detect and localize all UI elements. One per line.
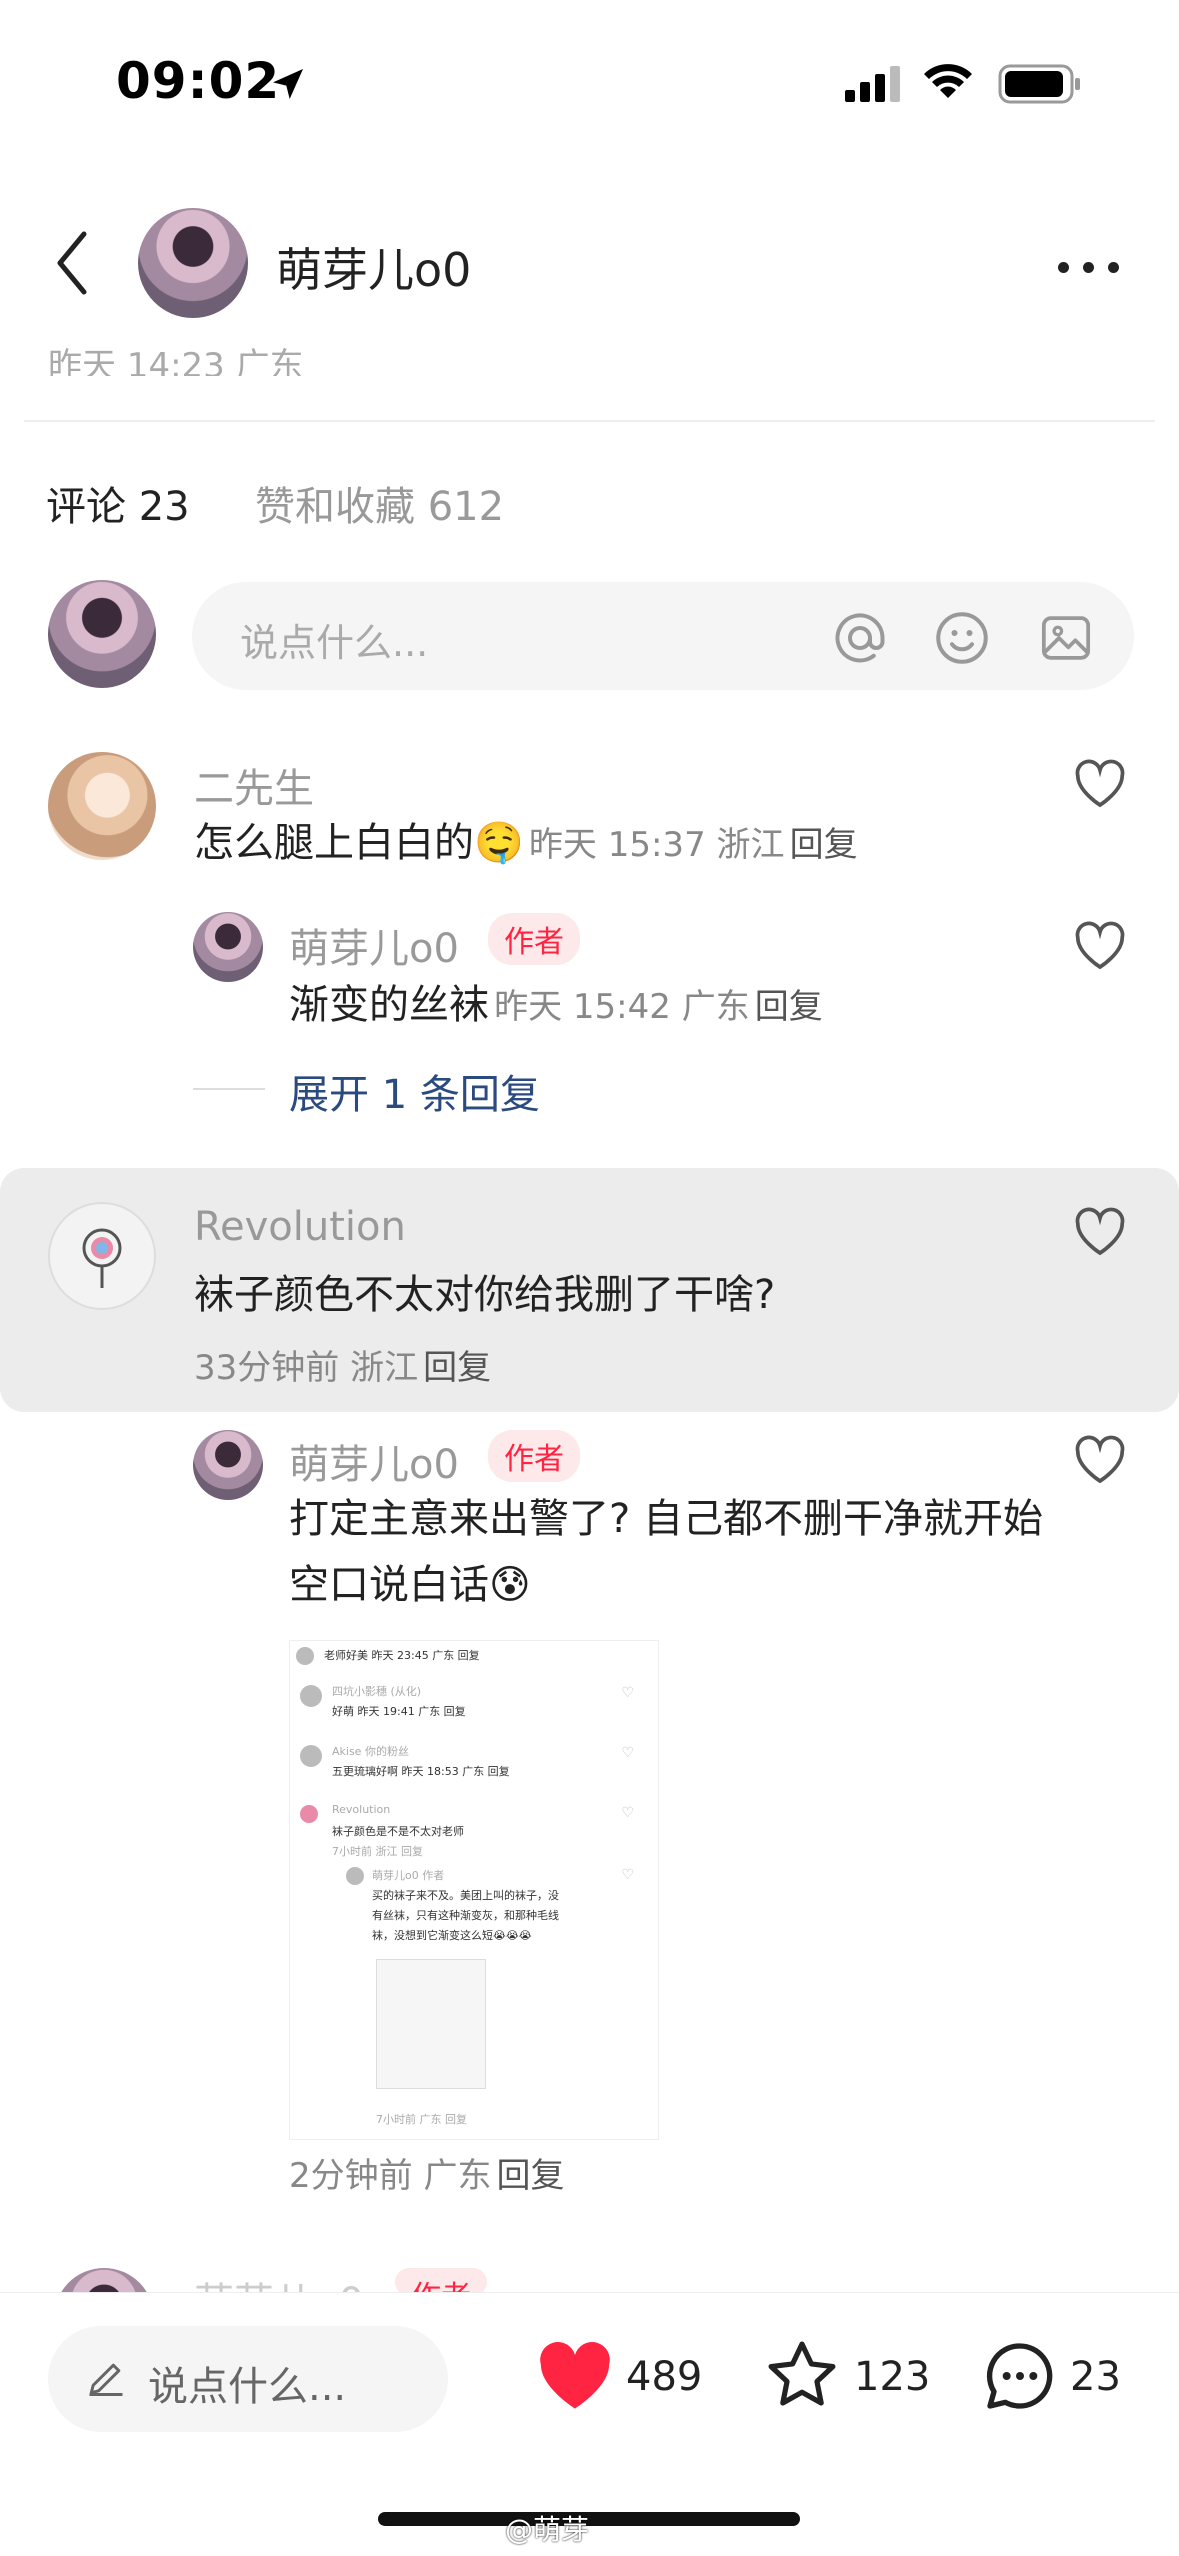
image-icon[interactable] [1038, 610, 1094, 666]
reply-button[interactable]: 回复 [755, 987, 823, 1027]
cellular-signal-icon [845, 66, 900, 102]
reply-body: 渐变的丝袜 昨天 15:42 广东 回复 [289, 972, 823, 1038]
author-name[interactable]: 萌芽儿o0 [276, 234, 471, 300]
location-arrow-icon [273, 69, 303, 99]
commenter-name[interactable]: 二先生 [194, 756, 314, 814]
screenshot-line: 袜子颜色是不是不太对老师 [332, 1825, 464, 1838]
heart-icon: ♡ [621, 1805, 634, 1821]
screenshot-line: 五更琉璃好啊 昨天 18:53 广东 回复 [332, 1765, 510, 1778]
commenter-name[interactable]: Revolution [194, 1204, 406, 1250]
screenshot-line: 四坑小影穗 (从化) [332, 1685, 422, 1698]
screenshot-line: 萌芽儿o0 作者 [372, 1869, 445, 1882]
divider [24, 420, 1155, 422]
screenshot-line: Akise 你的粉丝 [332, 1745, 409, 1758]
battery-icon [998, 64, 1080, 104]
reply-meta: 2分钟前 广东 [289, 2156, 492, 2196]
emoji-icon[interactable] [932, 608, 992, 668]
commenter-avatar[interactable] [48, 752, 156, 860]
lollipop-icon [82, 1228, 122, 1288]
more-options-icon[interactable] [1058, 258, 1133, 277]
like-heart-filled-icon[interactable] [536, 2340, 614, 2412]
expand-divider [193, 1088, 265, 1090]
comment-bubble-icon[interactable] [980, 2336, 1060, 2416]
comment-meta: 昨天 15:37 浙江 [528, 825, 785, 865]
comment-text: 怎么腿上白白的🤤 [194, 820, 524, 866]
mention-at-icon[interactable] [830, 608, 890, 668]
wifi-icon [924, 64, 972, 98]
pencil-icon [89, 2363, 123, 2396]
reply-text: 渐变的丝袜 [289, 982, 489, 1028]
tab-comments[interactable]: 评论 23 [46, 474, 190, 532]
post-meta-partial: 昨天 14:23 广东 [48, 346, 304, 376]
reply-meta-row: 2分钟前 广东 回复 [289, 2148, 565, 2197]
reply-button[interactable]: 回复 [423, 1348, 491, 1388]
reply-button[interactable]: 回复 [790, 825, 858, 865]
heart-icon: ♡ [621, 1745, 634, 1761]
author-badge: 作者 [488, 913, 580, 965]
comment-meta: 33分钟前 浙江 [194, 1348, 419, 1388]
screenshot-line: 有丝袜，只有这种渐变灰，和那种毛线 [372, 1909, 559, 1922]
screenshot-line: 7小时前 广东 回复 [376, 2113, 467, 2126]
favorites-count: 123 [854, 2354, 931, 2400]
nested-thumbnail-image [376, 1959, 486, 2089]
status-time: 09:02 [116, 52, 281, 110]
favorite-star-icon[interactable] [762, 2336, 842, 2414]
my-avatar [48, 580, 156, 688]
comments-count: 23 [1070, 2354, 1121, 2400]
watermark: @萌芽 [505, 2513, 590, 2546]
reply-button[interactable]: 回复 [497, 2156, 565, 2196]
expand-replies-button[interactable]: 展开 1 条回复 [289, 1062, 540, 1120]
comment-meta-row: 33分钟前 浙江 回复 [194, 1340, 491, 1389]
author-badge: 作者 [488, 1430, 580, 1482]
screenshot-line: 老师好美 昨天 23:45 广东 回复 [324, 1649, 480, 1662]
like-heart-icon[interactable] [1072, 758, 1128, 810]
likes-count: 489 [626, 2354, 703, 2400]
screenshot-line: Revolution [332, 1803, 391, 1816]
screenshot-line: 袜，没想到它渐变这么短😭😭😭 [372, 1929, 532, 1942]
reply-author-name[interactable]: 萌芽儿o0 [289, 916, 459, 974]
tab-likes-favorites[interactable]: 赞和收藏 612 [255, 474, 504, 532]
author-avatar[interactable] [138, 208, 248, 318]
comment-text: 袜子颜色不太对你给我删了干啥? [194, 1272, 776, 1318]
screenshot-line: 好萌 昨天 19:41 广东 回复 [332, 1705, 466, 1718]
comment-input-placeholder[interactable]: 说点什么... [240, 612, 428, 667]
reply-author-name[interactable]: 萌芽儿o0 [289, 1432, 459, 1490]
bottom-input-placeholder[interactable]: 说点什么... [148, 2354, 346, 2412]
screenshot-line: 7小时前 浙江 回复 [332, 1845, 423, 1858]
like-heart-icon[interactable] [1072, 920, 1128, 972]
reply-author-avatar[interactable] [193, 912, 263, 982]
like-heart-icon[interactable] [1072, 1206, 1128, 1258]
heart-icon: ♡ [621, 1867, 634, 1883]
reply-author-avatar[interactable] [193, 1430, 263, 1500]
like-heart-icon[interactable] [1072, 1434, 1128, 1486]
reply-meta: 昨天 15:42 广东 [494, 987, 750, 1027]
back-chevron-icon[interactable] [52, 228, 92, 298]
reply-text: 打定主意来出警了? 自己都不删干净就开始空口说白话😰 [289, 1496, 1043, 1608]
heart-icon: ♡ [621, 1685, 634, 1701]
comment-body: 怎么腿上白白的🤤 昨天 15:37 浙江 回复 [194, 810, 858, 876]
screenshot-line: 买的袜子来不及。美团上叫的袜子，没 [372, 1889, 559, 1902]
commenter-avatar[interactable] [48, 1202, 156, 1310]
reply-image-screenshot[interactable]: 老师好美 昨天 23:45 广东 回复 四坑小影穗 (从化) 好萌 昨天 19:… [289, 1640, 659, 2140]
